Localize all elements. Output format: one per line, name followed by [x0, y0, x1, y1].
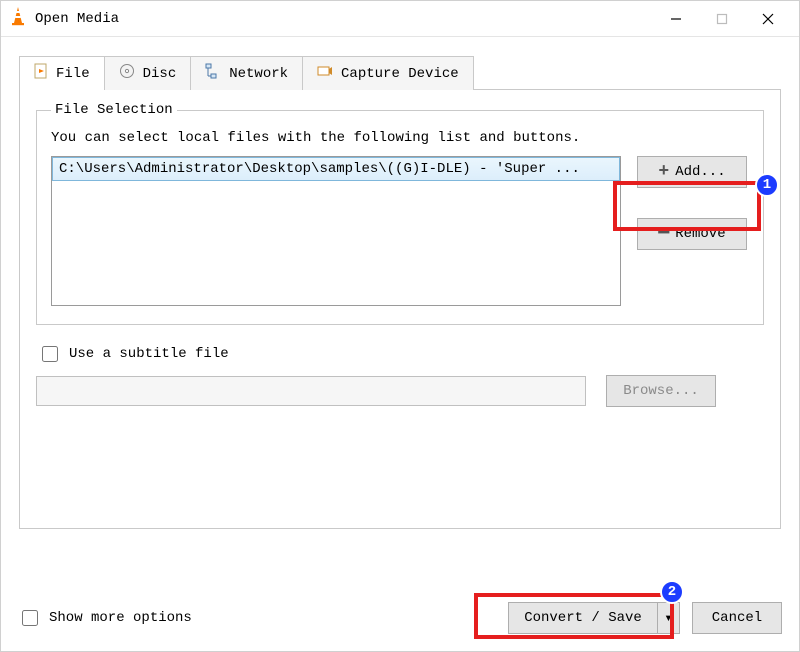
disc-icon [119, 63, 135, 84]
show-more-label: Show more options [49, 610, 192, 626]
network-icon [205, 63, 221, 84]
minimize-button[interactable] [653, 4, 699, 34]
annotation-badge-1: 1 [755, 173, 779, 197]
subtitle-checkbox[interactable] [42, 346, 58, 362]
show-more-checkbox[interactable] [22, 610, 38, 626]
open-media-dialog: Open Media File [0, 0, 800, 652]
tab-file-label: File [56, 66, 90, 82]
tab-disc[interactable]: Disc [104, 56, 192, 90]
subtitle-checkbox-label: Use a subtitle file [69, 346, 229, 362]
client-area: File Disc Network Capture Device [1, 37, 799, 529]
tab-disc-label: Disc [143, 66, 177, 82]
tab-network[interactable]: Network [190, 56, 303, 90]
subtitle-path-input [36, 376, 586, 406]
file-selection-group: File Selection You can select local file… [36, 102, 764, 325]
close-button[interactable] [745, 4, 791, 34]
window-title: Open Media [35, 11, 653, 27]
vlc-cone-icon [9, 6, 27, 31]
tab-capture[interactable]: Capture Device [302, 56, 474, 90]
tab-file[interactable]: File [19, 56, 105, 90]
browse-button: Browse... [606, 375, 716, 407]
browse-button-label: Browse... [623, 383, 699, 399]
file-list-item[interactable]: C:\Users\Administrator\Desktop\samples\(… [52, 157, 620, 181]
convert-save-dropdown[interactable]: ▾ [658, 602, 680, 634]
convert-save-label: Convert / Save [524, 610, 642, 626]
capture-icon [317, 64, 333, 83]
remove-button-label: Remove [675, 226, 725, 242]
convert-save-button[interactable]: Convert / Save [508, 602, 658, 634]
remove-button[interactable]: ━ Remove [637, 218, 747, 250]
add-button[interactable]: + Add... [637, 156, 747, 188]
plus-icon: + [658, 163, 669, 181]
file-icon [34, 63, 48, 84]
cancel-button[interactable]: Cancel [692, 602, 782, 634]
tab-panel-file: File Selection You can select local file… [19, 89, 781, 529]
maximize-button [699, 4, 745, 34]
cancel-label: Cancel [712, 610, 762, 626]
file-list[interactable]: C:\Users\Administrator\Desktop\samples\(… [51, 156, 621, 306]
dialog-footer: Show more options Convert / Save ▾ Cance… [18, 602, 782, 634]
tab-capture-label: Capture Device [341, 66, 459, 82]
tab-network-label: Network [229, 66, 288, 82]
add-button-label: Add... [675, 164, 725, 180]
caret-down-icon: ▾ [664, 610, 672, 627]
titlebar: Open Media [1, 1, 799, 37]
file-selection-help: You can select local files with the foll… [51, 130, 749, 146]
tab-bar: File Disc Network Capture Device [19, 55, 781, 89]
minus-icon: ━ [658, 225, 669, 243]
file-selection-legend: File Selection [51, 102, 177, 118]
annotation-badge-2: 2 [660, 580, 684, 604]
